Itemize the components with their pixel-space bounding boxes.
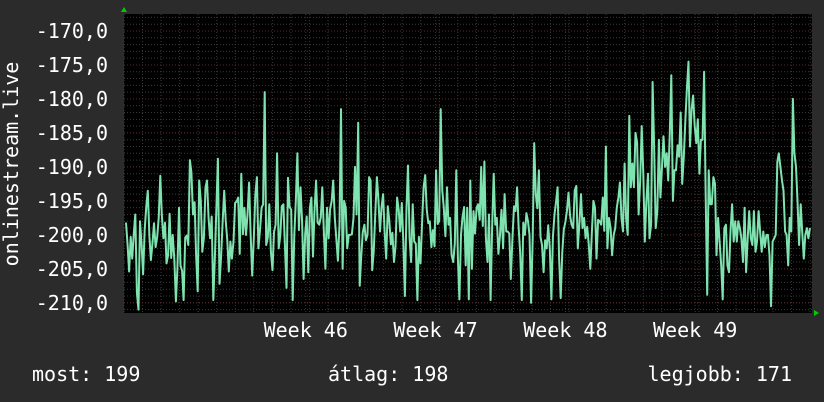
x-tick-label: Week 48 [523, 318, 607, 342]
y-axis-arrow [121, 7, 127, 12]
stat-best-value: 171 [755, 362, 792, 386]
stat-best-label: legjobb: [647, 362, 744, 386]
x-axis-arrow [814, 310, 819, 316]
y-tick-label: -185,0 [36, 121, 108, 145]
stat-average: átlag: 198 [328, 362, 448, 386]
stat-now: most: 199 [32, 362, 140, 386]
chart-panel: -170,0 -175,0 -180,0 -185,0 -190,0 -195,0 -200… [0, 0, 824, 402]
x-tick-label: Week 49 [653, 318, 737, 342]
x-tick-label: Week 47 [393, 318, 477, 342]
y-tick-label: -175,0 [36, 53, 108, 77]
line-chart: -170,0 -175,0 -180,0 -185,0 -190,0 -195,0 -200… [0, 7, 819, 342]
y-tick-label: -195,0 [36, 189, 108, 213]
y-tick-label: -190,0 [36, 155, 108, 179]
stat-now-label: most: [32, 362, 93, 386]
y-tick-label: -205,0 [36, 257, 108, 281]
stat-best: legjobb: 171 [648, 362, 793, 386]
stat-now-value: 199 [104, 362, 141, 386]
y-tick-label: -170,0 [36, 19, 108, 43]
x-tick-label: Week 46 [264, 318, 348, 342]
y-tick-label: -210,0 [36, 291, 108, 315]
stat-average-value: 198 [412, 362, 449, 386]
y-axis-label: onlinestream.live [0, 62, 23, 267]
y-tick-label: -200,0 [36, 223, 108, 247]
stat-average-label: átlag: [328, 362, 401, 386]
y-tick-label: -180,0 [36, 87, 108, 111]
